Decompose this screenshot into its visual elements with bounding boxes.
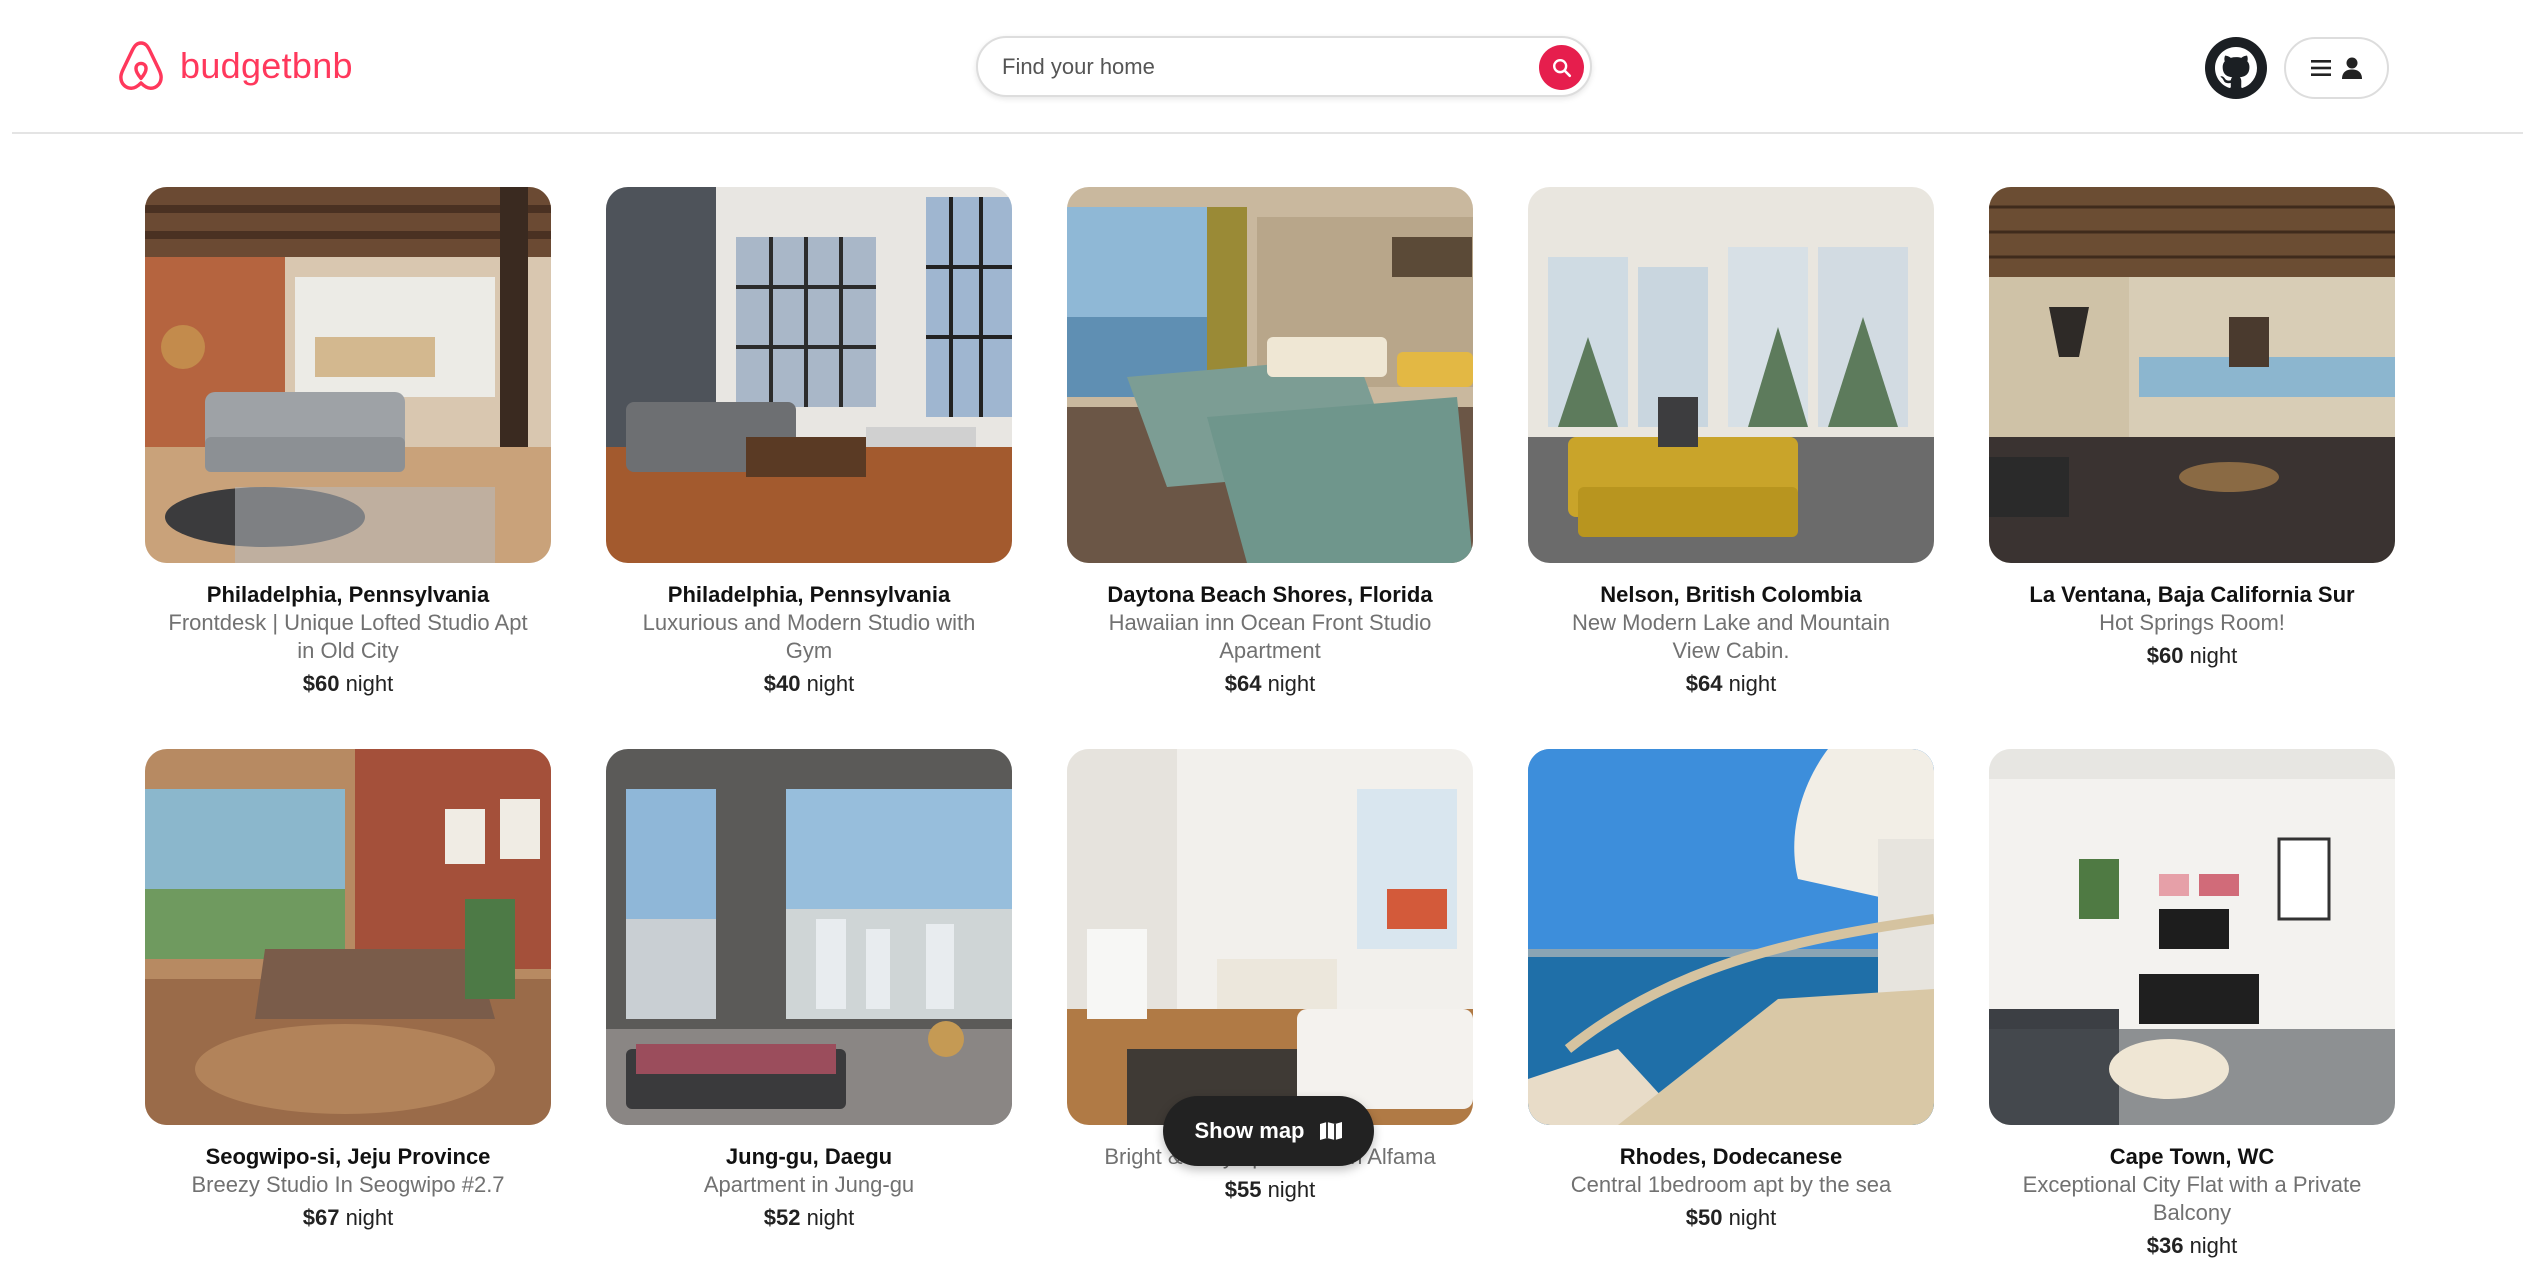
listing-price: $60 night [145,669,551,699]
price-amount: $60 [2146,643,2184,668]
listing-price: $64 night [1067,669,1473,699]
listing-location: Jung-gu, Daegu [725,1144,893,1169]
listing-photo [606,187,1012,563]
price-unit: night [806,671,855,696]
listing-title: Luxurious and Modern Studio with Gym [642,610,976,663]
price-unit: night [1267,1177,1316,1202]
listing-card[interactable]: La Ventana, Baja California Sur Hot Spri… [1989,187,2395,671]
listing-location: Nelson, British Colombia [1600,582,1862,607]
price-amount: $55 [1224,1177,1262,1202]
listing-card[interactable]: Jung-gu, Daegu Apartment in Jung-gu $52 … [606,749,1012,1233]
listing-location: Daytona Beach Shores, Florida [1107,582,1433,607]
listing-title: Apartment in Jung-gu [703,1172,915,1197]
price-amount: $60 [302,671,340,696]
price-unit: night [345,671,394,696]
price-amount: $40 [763,671,801,696]
listing-price: $40 night [606,669,1012,699]
price-amount: $50 [1685,1205,1723,1230]
listing-card[interactable]: Philadelphia, Pennsylvania Frontdesk | U… [145,187,551,699]
listing-price: $36 night [1989,1231,2395,1261]
show-map-button[interactable]: Show map [1163,1096,1374,1166]
listing-card[interactable]: Daytona Beach Shores, Florida Hawaiian i… [1067,187,1473,699]
listing-location: Philadelphia, Pennsylvania [206,582,490,607]
listing-photo [145,187,551,563]
listing-price: $64 night [1528,669,1934,699]
listing-photo [606,749,1012,1125]
listing-location: La Ventana, Baja California Sur [2029,582,2355,607]
listing-price: $52 night [606,1203,1012,1233]
price-amount: $64 [1685,671,1723,696]
price-unit: night [1728,671,1777,696]
listing-price: $50 night [1528,1203,1934,1233]
listing-title: Hot Springs Room! [2099,610,2285,635]
listing-photo [1528,187,1934,563]
price-unit: night [806,1205,855,1230]
price-unit: night [2189,643,2238,668]
listing-title: Hawaiian inn Ocean Front Studio Apartmen… [1108,610,1432,663]
price-unit: night [2189,1233,2238,1258]
listing-photo [1989,187,2395,563]
listing-title: Breezy Studio In Seogwipo #2.7 [191,1172,505,1197]
listing-photo [1989,749,2395,1125]
listing-location: Seogwipo-si, Jeju Province [205,1144,491,1169]
price-unit: night [1267,671,1316,696]
listing-card[interactable]: Philadelphia, Pennsylvania Luxurious and… [606,187,1012,699]
listing-title: Frontdesk | Unique Lofted Studio Apt in … [168,610,528,663]
listing-photo [1067,749,1473,1125]
listing-card[interactable]: Cape Town, WC Exceptional City Flat with… [1989,749,2395,1261]
listing-title: Exceptional City Flat with a Private Bal… [2022,1172,2362,1225]
listing-location: Philadelphia, Pennsylvania [667,582,951,607]
price-amount: $67 [302,1205,340,1230]
listing-photo [1067,187,1473,563]
listing-price: $60 night [1989,641,2395,671]
price-amount: $36 [2146,1233,2184,1258]
price-unit: night [1728,1205,1777,1230]
listing-title: Central 1bedroom apt by the sea [1570,1172,1892,1197]
price-unit: night [345,1205,394,1230]
listing-grid: Philadelphia, Pennsylvania Frontdesk | U… [0,0,2535,1261]
listing-card[interactable]: Nelson, British Colombia New Modern Lake… [1528,187,1934,699]
listing-photo [1528,749,1934,1125]
listing-location: Rhodes, Dodecanese [1619,1144,1843,1169]
listing-price: $67 night [145,1203,551,1233]
listing-photo [145,749,551,1125]
price-amount: $52 [763,1205,801,1230]
listing-card[interactable]: Rhodes, Dodecanese Central 1bedroom apt … [1528,749,1934,1233]
listing-price: $55 night [1067,1175,1473,1205]
listing-title: New Modern Lake and Mountain View Cabin. [1572,610,1890,663]
price-amount: $64 [1224,671,1262,696]
listing-card[interactable]: Seogwipo-si, Jeju Province Breezy Studio… [145,749,551,1233]
listing-location: Cape Town, WC [2109,1144,2275,1169]
show-map-label: Show map [1194,1118,1305,1143]
map-icon [1319,1122,1342,1140]
